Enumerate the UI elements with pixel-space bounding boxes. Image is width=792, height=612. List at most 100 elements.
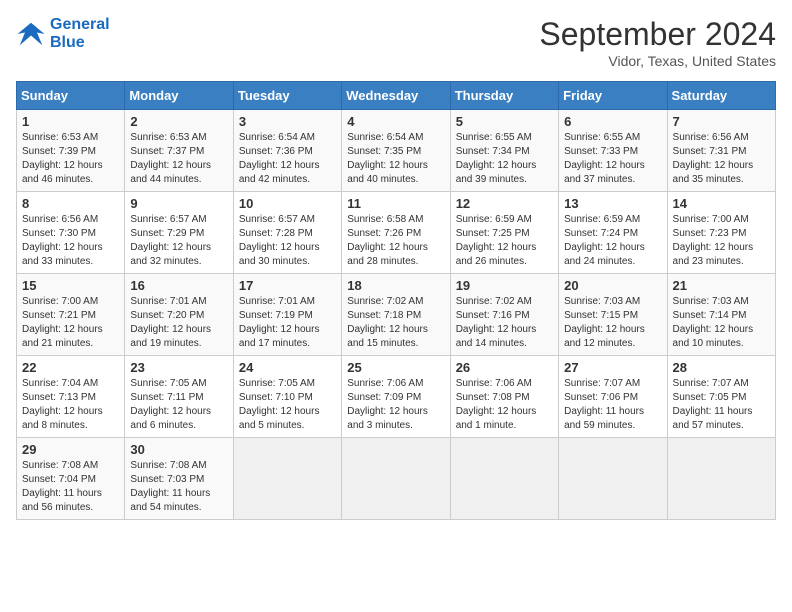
week-row-1: 1 Sunrise: 6:53 AM Sunset: 7:39 PM Daylig… — [17, 110, 776, 192]
calendar-cell: 10 Sunrise: 6:57 AM Sunset: 7:28 PM Dayli… — [233, 192, 341, 274]
day-number: 21 — [673, 278, 770, 293]
calendar-cell: 18 Sunrise: 7:02 AM Sunset: 7:18 PM Dayli… — [342, 274, 450, 356]
day-info: Sunrise: 7:01 AM Sunset: 7:19 PM Dayligh… — [239, 295, 336, 351]
calendar-cell — [667, 438, 775, 520]
calendar-cell: 6 Sunrise: 6:55 AM Sunset: 7:33 PM Daylig… — [559, 110, 667, 192]
day-number: 9 — [130, 196, 227, 211]
calendar-cell: 24Sunrise: 7:05 AM Sunset: 7:10 PM Dayli… — [233, 356, 341, 438]
column-header-thursday: Thursday — [450, 82, 558, 110]
day-number: 16 — [130, 278, 227, 293]
calendar-cell: 20 Sunrise: 7:03 AM Sunset: 7:15 PM Dayli… — [559, 274, 667, 356]
calendar-cell: 22 Sunrise: 7:04 AM Sunset: 7:13 PM Dayli… — [17, 356, 125, 438]
day-number: 11 — [347, 196, 444, 211]
logo-icon — [16, 19, 46, 49]
calendar-cell: 1 Sunrise: 6:53 AM Sunset: 7:39 PM Daylig… — [17, 110, 125, 192]
day-number: 10 — [239, 196, 336, 211]
day-number: 28 — [673, 360, 770, 375]
day-number: 22 — [22, 360, 119, 375]
column-header-saturday: Saturday — [667, 82, 775, 110]
calendar-cell — [450, 438, 558, 520]
day-number: 20 — [564, 278, 661, 293]
day-info: Sunrise: 7:00 AM Sunset: 7:21 PM Dayligh… — [22, 295, 119, 351]
calendar-cell: 21 Sunrise: 7:03 AM Sunset: 7:14 PM Dayli… — [667, 274, 775, 356]
calendar-cell: 2 Sunrise: 6:53 AM Sunset: 7:37 PM Daylig… — [125, 110, 233, 192]
calendar-cell: 12 Sunrise: 6:59 AM Sunset: 7:25 PM Dayli… — [450, 192, 558, 274]
month-title: September 2024 — [539, 16, 776, 53]
day-info: Sunrise: 7:05 AM Sunset: 7:10 PM Dayligh… — [239, 377, 336, 433]
day-info: Sunrise: 7:05 AM Sunset: 7:11 PM Dayligh… — [130, 377, 227, 433]
calendar-cell: 28 Sunrise: 7:07 AM Sunset: 7:05 PM Dayli… — [667, 356, 775, 438]
day-info: Sunrise: 7:02 AM Sunset: 7:18 PM Dayligh… — [347, 295, 444, 351]
column-header-friday: Friday — [559, 82, 667, 110]
day-number: 1 — [22, 114, 119, 129]
calendar-cell: 16 Sunrise: 7:01 AM Sunset: 7:20 PM Dayli… — [125, 274, 233, 356]
week-row-3: 15Sunrise: 7:00 AM Sunset: 7:21 PM Dayli… — [17, 274, 776, 356]
calendar-cell: 26 Sunrise: 7:06 AM Sunset: 7:08 PM Dayli… — [450, 356, 558, 438]
calendar-cell: 5Sunrise: 6:55 AM Sunset: 7:34 PM Daylig… — [450, 110, 558, 192]
calendar-cell: 30Sunrise: 7:08 AM Sunset: 7:03 PM Dayli… — [125, 438, 233, 520]
calendar-cell: 15Sunrise: 7:00 AM Sunset: 7:21 PM Dayli… — [17, 274, 125, 356]
day-info: Sunrise: 6:57 AM Sunset: 7:28 PM Dayligh… — [239, 213, 336, 269]
day-info: Sunrise: 6:56 AM Sunset: 7:30 PM Dayligh… — [22, 213, 119, 269]
day-info: Sunrise: 6:59 AM Sunset: 7:24 PM Dayligh… — [564, 213, 661, 269]
calendar-cell: 14 Sunrise: 7:00 AM Sunset: 7:23 PM Dayli… — [667, 192, 775, 274]
logo-text: General Blue — [50, 16, 110, 52]
column-header-monday: Monday — [125, 82, 233, 110]
day-number: 17 — [239, 278, 336, 293]
day-number: 26 — [456, 360, 553, 375]
day-info: Sunrise: 6:53 AM Sunset: 7:37 PM Dayligh… — [130, 131, 227, 187]
day-number: 5 — [456, 114, 553, 129]
page-header: General Blue September 2024 Vidor, Texas… — [16, 16, 776, 69]
calendar-cell — [233, 438, 341, 520]
day-info: Sunrise: 6:53 AM Sunset: 7:39 PM Dayligh… — [22, 131, 119, 187]
day-number: 7 — [673, 114, 770, 129]
day-info: Sunrise: 6:57 AM Sunset: 7:29 PM Dayligh… — [130, 213, 227, 269]
calendar-cell: 23 Sunrise: 7:05 AM Sunset: 7:11 PM Dayli… — [125, 356, 233, 438]
calendar-cell: 7Sunrise: 6:56 AM Sunset: 7:31 PM Daylig… — [667, 110, 775, 192]
calendar-cell: 25Sunrise: 7:06 AM Sunset: 7:09 PM Dayli… — [342, 356, 450, 438]
day-number: 8 — [22, 196, 119, 211]
day-info: Sunrise: 6:59 AM Sunset: 7:25 PM Dayligh… — [456, 213, 553, 269]
day-info: Sunrise: 7:04 AM Sunset: 7:13 PM Dayligh… — [22, 377, 119, 433]
day-info: Sunrise: 6:54 AM Sunset: 7:35 PM Dayligh… — [347, 131, 444, 187]
day-number: 23 — [130, 360, 227, 375]
calendar-table: SundayMondayTuesdayWednesdayThursdayFrid… — [16, 81, 776, 520]
day-info: Sunrise: 7:07 AM Sunset: 7:05 PM Dayligh… — [673, 377, 770, 433]
location: Vidor, Texas, United States — [539, 53, 776, 69]
day-info: Sunrise: 7:03 AM Sunset: 7:14 PM Dayligh… — [673, 295, 770, 351]
day-number: 18 — [347, 278, 444, 293]
day-info: Sunrise: 7:03 AM Sunset: 7:15 PM Dayligh… — [564, 295, 661, 351]
column-header-sunday: Sunday — [17, 82, 125, 110]
day-number: 19 — [456, 278, 553, 293]
column-header-wednesday: Wednesday — [342, 82, 450, 110]
day-number: 14 — [673, 196, 770, 211]
day-info: Sunrise: 7:02 AM Sunset: 7:16 PM Dayligh… — [456, 295, 553, 351]
day-info: Sunrise: 7:01 AM Sunset: 7:20 PM Dayligh… — [130, 295, 227, 351]
day-number: 4 — [347, 114, 444, 129]
column-header-tuesday: Tuesday — [233, 82, 341, 110]
day-info: Sunrise: 7:08 AM Sunset: 7:04 PM Dayligh… — [22, 459, 119, 515]
title-block: September 2024 Vidor, Texas, United Stat… — [539, 16, 776, 69]
day-number: 2 — [130, 114, 227, 129]
day-number: 27 — [564, 360, 661, 375]
week-row-5: 29Sunrise: 7:08 AM Sunset: 7:04 PM Dayli… — [17, 438, 776, 520]
calendar-cell: 11Sunrise: 6:58 AM Sunset: 7:26 PM Dayli… — [342, 192, 450, 274]
calendar-cell: 29Sunrise: 7:08 AM Sunset: 7:04 PM Dayli… — [17, 438, 125, 520]
day-number: 25 — [347, 360, 444, 375]
logo: General Blue — [16, 16, 110, 52]
week-row-2: 8 Sunrise: 6:56 AM Sunset: 7:30 PM Daylig… — [17, 192, 776, 274]
day-info: Sunrise: 7:00 AM Sunset: 7:23 PM Dayligh… — [673, 213, 770, 269]
calendar-cell: 8 Sunrise: 6:56 AM Sunset: 7:30 PM Daylig… — [17, 192, 125, 274]
day-info: Sunrise: 7:07 AM Sunset: 7:06 PM Dayligh… — [564, 377, 661, 433]
calendar-cell: 9 Sunrise: 6:57 AM Sunset: 7:29 PM Daylig… — [125, 192, 233, 274]
day-number: 13 — [564, 196, 661, 211]
day-info: Sunrise: 6:55 AM Sunset: 7:33 PM Dayligh… — [564, 131, 661, 187]
day-number: 6 — [564, 114, 661, 129]
day-info: Sunrise: 6:54 AM Sunset: 7:36 PM Dayligh… — [239, 131, 336, 187]
day-number: 12 — [456, 196, 553, 211]
calendar-cell: 27 Sunrise: 7:07 AM Sunset: 7:06 PM Dayli… — [559, 356, 667, 438]
calendar-cell: 19 Sunrise: 7:02 AM Sunset: 7:16 PM Dayli… — [450, 274, 558, 356]
day-info: Sunrise: 7:06 AM Sunset: 7:08 PM Dayligh… — [456, 377, 553, 433]
calendar-cell — [342, 438, 450, 520]
calendar-body: 1 Sunrise: 6:53 AM Sunset: 7:39 PM Daylig… — [17, 110, 776, 520]
